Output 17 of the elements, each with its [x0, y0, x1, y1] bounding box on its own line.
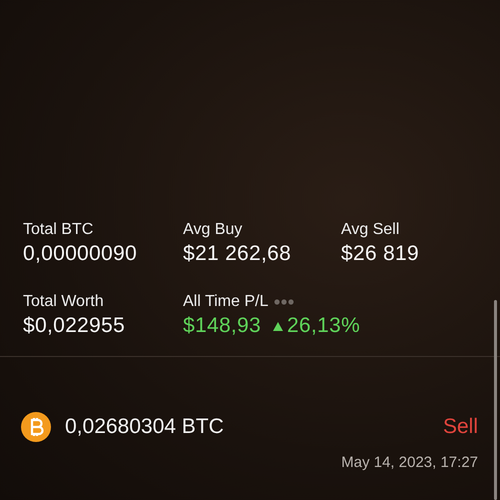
stat-label: Avg Buy: [183, 220, 244, 240]
stat-label: Avg Sell: [341, 220, 400, 240]
transaction-type: Sell: [442, 415, 478, 439]
stat-value: 0,00000090: [23, 241, 138, 267]
stat-label: Total BTC: [23, 220, 94, 240]
stat-value: $0,022955: [23, 313, 126, 339]
stat-value: $26 819: [341, 241, 420, 267]
stat-value: $21 262,68: [183, 241, 292, 267]
transaction-amount: 0,02680304 BTC: [65, 415, 225, 439]
profit-percent: 26,13%: [287, 313, 360, 339]
scrollbar[interactable]: [494, 300, 497, 500]
coin-icon: [21, 412, 51, 442]
profit-value: $148,93: [183, 313, 262, 339]
more-icon[interactable]: [274, 299, 294, 305]
stat-label: All Time P/L: [183, 292, 268, 312]
transaction-date: May 14, 2023, 17:27: [341, 454, 478, 471]
stat-label: Total Worth: [23, 292, 105, 312]
